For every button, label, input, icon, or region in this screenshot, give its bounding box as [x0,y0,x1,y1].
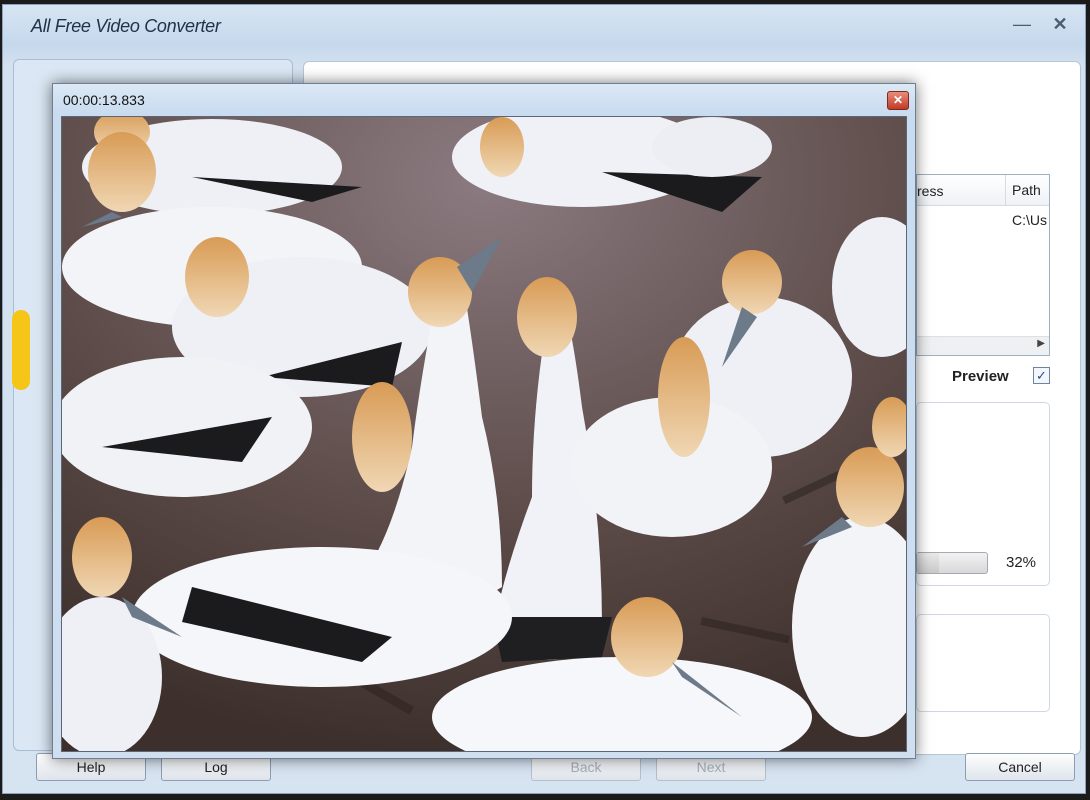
progress-percent: 32% [1006,554,1037,571]
close-icon[interactable]: ✕ [1049,13,1071,35]
video-image [62,117,906,751]
path-cell[interactable]: C:\Us [1012,212,1047,228]
conversion-progress-bar [916,552,988,574]
close-icon[interactable]: ✕ [887,91,909,110]
preview-timestamp: 00:00:13.833 [63,92,145,108]
horizontal-scrollbar[interactable]: ▶ [917,336,1049,355]
cancel-button[interactable]: Cancel [965,753,1075,781]
options-group-box [916,614,1050,712]
column-header-progress[interactable]: ress [917,183,943,199]
minimize-icon[interactable]: — [1011,13,1033,35]
chevron-right-icon[interactable]: ▶ [1037,338,1045,349]
title-bar[interactable]: All Free Video Converter — ✕ [3,5,1085,47]
decorative-logo-icon [12,310,30,390]
app-title: All Free Video Converter [31,16,221,36]
file-list[interactable]: ress Path C:\Us ▶ [916,174,1050,356]
video-preview-frame [61,116,907,752]
preview-window[interactable]: 00:00:13.833 ✕ [52,83,916,759]
progress-fill [917,553,940,573]
preview-checkbox[interactable]: ✓ [1033,367,1050,384]
list-header: ress Path [917,175,1049,206]
column-header-path[interactable]: Path [1005,175,1041,205]
preview-label: Preview [952,368,1009,385]
